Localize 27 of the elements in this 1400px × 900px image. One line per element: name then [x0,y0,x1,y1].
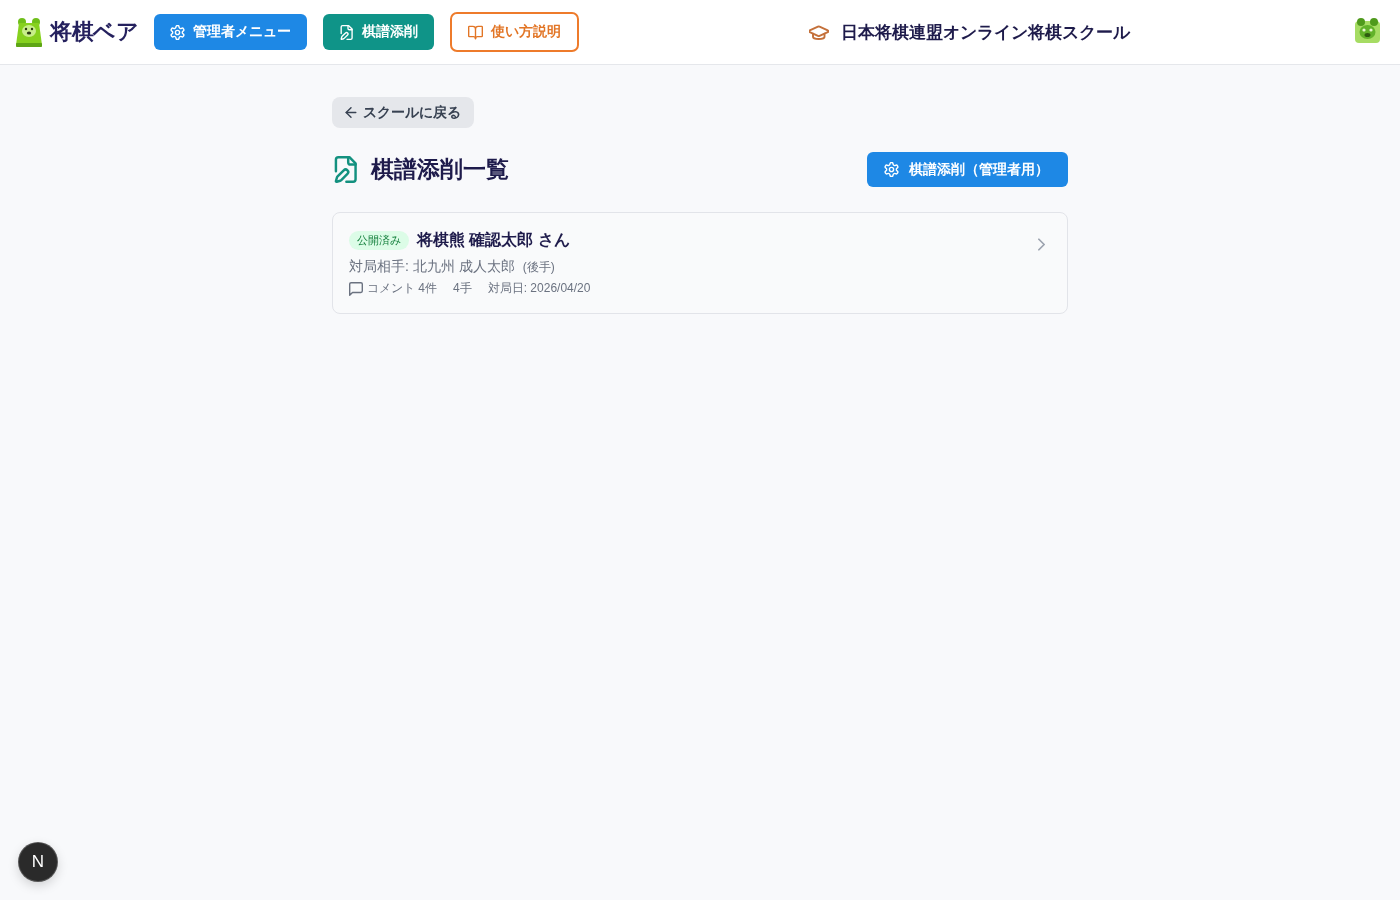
open-book-icon [468,24,483,40]
bear-logo-icon [16,17,42,47]
page-title: 棋譜添削一覧 [371,155,509,184]
school-title: 日本将棋連盟オンライン将棋スクール [840,21,1130,44]
dev-tools-button[interactable]: N [19,843,57,881]
comment-count: コメント 4件 [367,280,437,297]
review-card[interactable]: 公開済み 将棋熊 確認太郎 さん 対局相手: 北九州 成人太郎 (後手) コメント 4件 4手 対局日: 2026/04/20 [332,212,1068,314]
admin-review-button[interactable]: 棋譜添削（管理者用） [867,152,1068,187]
settings-icon [884,162,899,177]
guide-button[interactable]: 使い方説明 [450,12,579,52]
opponent-text: 対局相手: 北九州 成人太郎 [349,258,515,276]
graduation-cap-icon [808,24,829,40]
comment-icon [349,281,363,296]
avatar-icon[interactable] [1355,17,1380,43]
admin-menu-button[interactable]: 管理者メニュー [154,14,307,50]
settings-icon [170,24,185,40]
move-count: 4手 [453,280,472,297]
game-review-button[interactable]: 棋譜添削 [323,14,434,50]
student-name: 将棋熊 確認太郎 さん [417,230,570,250]
file-pen-icon [334,156,357,183]
status-badge: 公開済み [349,231,409,250]
back-button[interactable]: スクールに戻る [332,97,474,128]
file-pen-icon [339,24,354,40]
side-text: (後手) [522,259,555,276]
chevron-right-icon [1038,238,1045,251]
game-date: 対局日: 2026/04/20 [487,280,591,297]
logo-text: 将棋ベア [50,18,138,46]
